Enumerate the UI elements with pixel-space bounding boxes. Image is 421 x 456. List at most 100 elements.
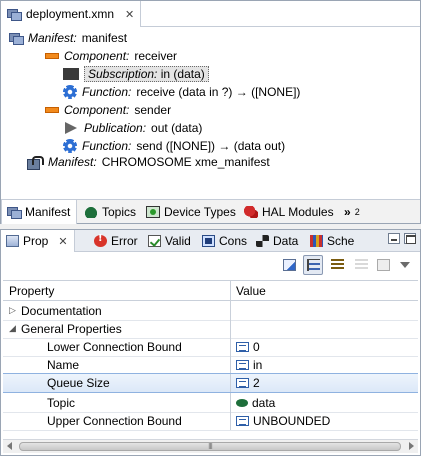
property-name: Queue Size — [47, 376, 110, 390]
tree-item-name: sender — [134, 103, 172, 117]
publication-icon — [65, 122, 77, 134]
tree-item-kind: Component: — [64, 49, 130, 63]
tree-item-subscription[interactable]: Subscription: in (data) — [63, 65, 209, 83]
table-row-selected[interactable]: Queue Size 2 — [3, 373, 418, 393]
show-categories-button[interactable] — [303, 255, 323, 275]
locked-manifest-icon — [27, 155, 44, 170]
integer-field-icon — [236, 378, 249, 388]
tab-label: Cons — [219, 234, 248, 248]
pin-view-button[interactable] — [279, 255, 299, 275]
tree-item-manifest[interactable]: Manifest: manifest — [9, 29, 127, 47]
tree-item-chromosome-manifest[interactable]: Manifest: CHROMOSOME xme_manifest — [27, 153, 270, 171]
tab-label: Prop — [23, 234, 49, 248]
table-row[interactable]: Lower Connection Bound 0 — [3, 337, 418, 357]
expand-chevron-right-icon[interactable]: ▷ — [9, 306, 21, 316]
restore-default-icon — [376, 259, 390, 271]
function-gear-icon — [63, 139, 77, 153]
tab-hal-modules[interactable]: HAL Modules — [239, 200, 339, 224]
tree-item-component-receiver[interactable]: Component: receiver — [45, 47, 177, 65]
filter-button[interactable] — [351, 255, 371, 275]
tree-item-name: in (data) — [160, 67, 205, 81]
subscription-icon — [63, 68, 79, 80]
categories-icon — [306, 259, 320, 271]
collapse-chevron-down-icon[interactable]: ◢ — [9, 324, 21, 334]
tree-item-name: manifest — [81, 31, 128, 45]
tree-item-name: receiver — [134, 49, 178, 63]
editor-view-tabbar: Manifest Topics Device Types HAL Modules… — [1, 199, 420, 224]
close-icon[interactable]: ✕ — [58, 235, 67, 248]
property-name: Documentation — [21, 303, 102, 318]
tree-item-publication[interactable]: Publication: out (data) — [63, 119, 202, 137]
more-tabs-chevron: » — [344, 205, 351, 219]
manifest-file-icon — [7, 8, 22, 21]
tab-data[interactable]: Data — [251, 230, 303, 252]
column-header-property[interactable]: Property — [3, 281, 231, 300]
scroll-right-arrow-icon[interactable] — [409, 442, 414, 450]
scrollbar-grip: III — [208, 442, 213, 451]
properties-icon — [6, 235, 19, 247]
close-icon[interactable]: ✕ — [125, 8, 134, 21]
tree-item-kind: Manifest: — [28, 31, 77, 45]
tab-properties[interactable]: Prop ✕ — [1, 230, 75, 252]
advanced-properties-icon — [330, 259, 344, 271]
text-field-icon — [236, 359, 249, 370]
manifest-icon — [7, 206, 22, 219]
minimize-icon[interactable] — [388, 233, 400, 244]
hal-modules-icon — [244, 206, 258, 218]
view-menu-button[interactable] — [395, 255, 415, 275]
tab-device-types[interactable]: Device Types — [141, 200, 241, 224]
horizontal-scrollbar[interactable]: III — [3, 439, 418, 453]
restore-default-button[interactable] — [373, 255, 393, 275]
component-icon — [45, 107, 59, 113]
panel-controls — [388, 233, 416, 244]
table-row[interactable]: ▷ Documentation — [3, 301, 418, 321]
tree-item-kind: Function: — [82, 85, 132, 99]
scroll-left-arrow-icon[interactable] — [7, 442, 12, 450]
column-header-value[interactable]: Value — [231, 281, 418, 300]
manifest-icon — [9, 32, 24, 45]
table-row[interactable]: Name in — [3, 355, 418, 375]
properties-toolbar — [1, 253, 420, 277]
tree-item-name: out (data) — [151, 121, 203, 135]
tree-item-component-sender[interactable]: Component: sender — [45, 101, 171, 119]
table-row[interactable]: Upper Connection Bound UNBOUNDED — [3, 411, 418, 431]
tab-schedule[interactable]: Sche — [305, 230, 359, 252]
console-icon — [202, 235, 215, 247]
properties-table: Property Value ▷ Documentation ◢ General… — [3, 280, 418, 440]
topic-icon — [236, 398, 248, 407]
maximize-icon[interactable] — [404, 233, 416, 244]
data-icon — [256, 235, 269, 247]
validation-icon — [148, 235, 161, 247]
more-tabs-button[interactable]: » 2 — [339, 200, 365, 224]
editor-tabbar: deployment.xmn ✕ — [1, 1, 420, 27]
property-value: UNBOUNDED — [253, 413, 331, 428]
tab-label: Valid — [165, 234, 191, 248]
tab-console[interactable]: Cons — [197, 230, 252, 252]
tab-error[interactable]: Error — [89, 230, 143, 252]
tab-topics[interactable]: Topics — [79, 200, 141, 224]
editor-tab-deployment[interactable]: deployment.xmn ✕ — [1, 1, 141, 27]
table-row[interactable]: ◢ General Properties — [3, 319, 418, 339]
show-advanced-button[interactable] — [327, 255, 347, 275]
property-value: 0 — [253, 339, 260, 354]
editor-panel: deployment.xmn ✕ Manifest: manifest Comp… — [0, 0, 421, 224]
view-menu-chevron-down-icon — [400, 262, 410, 268]
property-name: General Properties — [21, 321, 122, 336]
tree-item-function-receive[interactable]: Function: receive (data in ?) → ([NONE]) — [63, 83, 300, 101]
tab-label: Error — [111, 234, 138, 248]
scrollbar-thumb[interactable]: III — [19, 442, 401, 451]
properties-tabbar: Prop ✕ Error Valid Cons Data Sche — [1, 230, 420, 252]
tree-item-kind: Component: — [64, 103, 130, 117]
tab-label: Data — [273, 234, 299, 248]
tab-valid[interactable]: Valid — [143, 230, 196, 252]
tree-item-name: receive (data in ?) → ([NONE]) — [136, 85, 301, 99]
property-name: Topic — [47, 395, 76, 410]
filter-icon — [354, 259, 368, 271]
tree-item-kind: Subscription: — [88, 67, 158, 81]
table-row[interactable]: Topic data — [3, 393, 418, 413]
property-name: Upper Connection Bound — [47, 413, 182, 428]
tab-manifest[interactable]: Manifest — [1, 200, 77, 224]
tab-label: Device Types — [164, 205, 236, 219]
integer-field-icon — [236, 341, 249, 352]
table-header: Property Value — [3, 281, 418, 301]
